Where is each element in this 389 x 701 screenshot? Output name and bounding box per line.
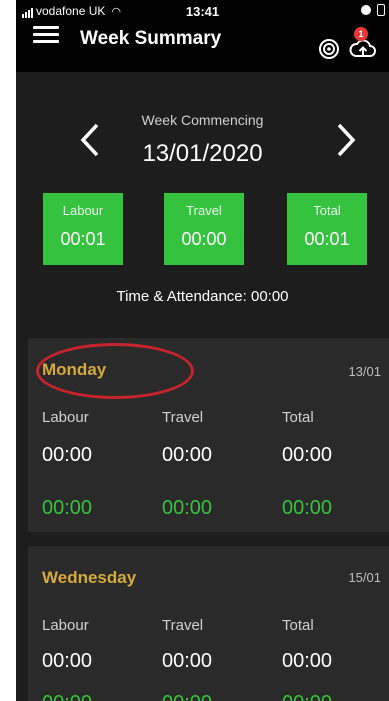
travel-total-box: Travel 00:00: [164, 193, 244, 265]
total-label: Total: [282, 617, 314, 634]
day-date: 15/01: [348, 570, 381, 585]
travel-value: 00:00: [162, 650, 213, 672]
total-label: Travel: [186, 203, 222, 218]
labour-value-secondary: 00:00: [42, 497, 93, 519]
total-label: Total: [313, 203, 341, 218]
labour-value: 00:00: [42, 444, 93, 466]
target-icon[interactable]: [318, 38, 340, 60]
total-value: 00:01: [60, 229, 106, 249]
app-screen: vodafone UK ◠ 13:41 Week Summary 1 Week …: [16, 0, 389, 701]
travel-label: Travel: [162, 409, 204, 426]
travel-value-secondary: 00:00: [162, 692, 212, 701]
app-header: Week Summary 1: [16, 22, 389, 72]
labour-label: Labour: [42, 617, 89, 634]
travel-label: Travel: [162, 617, 204, 634]
travel-value: 00:00: [162, 444, 213, 466]
total-label: Labour: [62, 203, 104, 218]
highlight-annotation-ellipse: [36, 343, 194, 399]
overall-total-box: Total 00:01: [287, 193, 367, 265]
total-value: 00:00: [282, 444, 333, 466]
page-title: Week Summary: [80, 28, 222, 49]
labour-value: 00:00: [42, 650, 93, 672]
labour-label: Labour: [42, 409, 89, 426]
day-card-wednesday[interactable]: Wednesday 15/01 Labour Travel Total 00:0…: [28, 546, 389, 701]
battery-icon: [377, 4, 385, 16]
status-bar: vodafone UK ◠ 13:41: [16, 0, 389, 22]
day-name: Wednesday: [42, 568, 137, 587]
total-value: 00:00: [282, 650, 333, 672]
day-date: 13/01: [348, 364, 381, 379]
travel-value-secondary: 00:00: [162, 497, 213, 519]
labour-value-secondary: 00:00: [42, 692, 92, 701]
labour-total-box: Labour 00:01: [43, 193, 123, 265]
total-value-secondary: 00:00: [282, 692, 332, 701]
total-label: Total: [282, 409, 314, 426]
menu-icon[interactable]: [33, 26, 59, 44]
total-value: 00:01: [304, 229, 350, 249]
status-time: 13:41: [185, 4, 220, 19]
next-week-chevron-icon[interactable]: [334, 122, 358, 158]
total-value: 00:00: [181, 229, 227, 249]
time-attendance-text: Time & Attendance: 00:00: [116, 288, 289, 305]
notification-badge: 1: [354, 27, 368, 41]
do-not-disturb-icon: [361, 5, 371, 15]
total-value-secondary: 00:00: [282, 497, 333, 519]
